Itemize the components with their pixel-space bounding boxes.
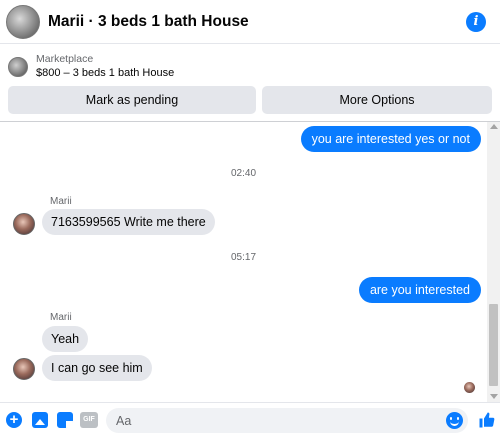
incoming-message[interactable]: I can go see him xyxy=(42,355,152,381)
seen-indicator-avatar xyxy=(464,382,475,393)
photo-icon[interactable] xyxy=(32,412,48,428)
like-icon[interactable] xyxy=(478,411,496,429)
scroll-down-arrow-icon[interactable] xyxy=(490,394,498,399)
contact-avatar[interactable] xyxy=(6,4,40,39)
marketplace-panel: Marketplace $800 – 3 beds 1 bath House M… xyxy=(0,44,500,122)
message-placeholder: Aa xyxy=(116,414,132,428)
listing-text: Marketplace $800 – 3 beds 1 bath House xyxy=(36,53,174,80)
plus-icon[interactable]: + xyxy=(6,412,22,428)
scrollbar-thumb[interactable] xyxy=(489,304,498,386)
conversation-header: Marii · 3 beds 1 bath House i xyxy=(0,0,500,44)
gif-icon[interactable]: GIF xyxy=(80,412,98,428)
outgoing-message[interactable]: are you interested xyxy=(358,277,481,303)
timestamp: 02:40 xyxy=(230,168,257,179)
sender-name: Marii xyxy=(50,196,72,207)
incoming-message[interactable]: Yeah xyxy=(42,326,89,352)
listing-title: $800 – 3 beds 1 bath House xyxy=(36,67,175,79)
message-thread: you are interested yes or not 02:40 Mari… xyxy=(0,122,487,402)
listing-thumbnail xyxy=(8,56,28,77)
timestamp: 05:17 xyxy=(230,252,257,263)
scroll-up-arrow-icon[interactable] xyxy=(490,124,498,129)
outgoing-message[interactable]: you are interested yes or not xyxy=(300,126,481,152)
marketplace-label: Marketplace xyxy=(36,53,94,65)
conversation-title[interactable]: Marii · 3 beds 1 bath House xyxy=(48,13,249,31)
more-options-button[interactable]: More Options xyxy=(262,86,492,114)
composer-bar: + GIF Aa xyxy=(0,402,500,436)
incoming-message[interactable]: 7163599565 Write me there xyxy=(42,209,215,235)
sender-name: Marii xyxy=(50,312,72,323)
info-icon[interactable]: i xyxy=(466,12,486,32)
listing-summary[interactable]: Marketplace $800 – 3 beds 1 bath House xyxy=(8,53,174,80)
message-input[interactable]: Aa xyxy=(106,408,468,433)
chat-scrollbar[interactable] xyxy=(487,122,500,402)
sticker-icon[interactable] xyxy=(57,412,73,428)
mark-as-pending-button[interactable]: Mark as pending xyxy=(8,86,256,114)
emoji-icon[interactable] xyxy=(446,412,463,429)
sender-avatar[interactable] xyxy=(13,358,35,380)
sender-avatar[interactable] xyxy=(13,213,35,235)
